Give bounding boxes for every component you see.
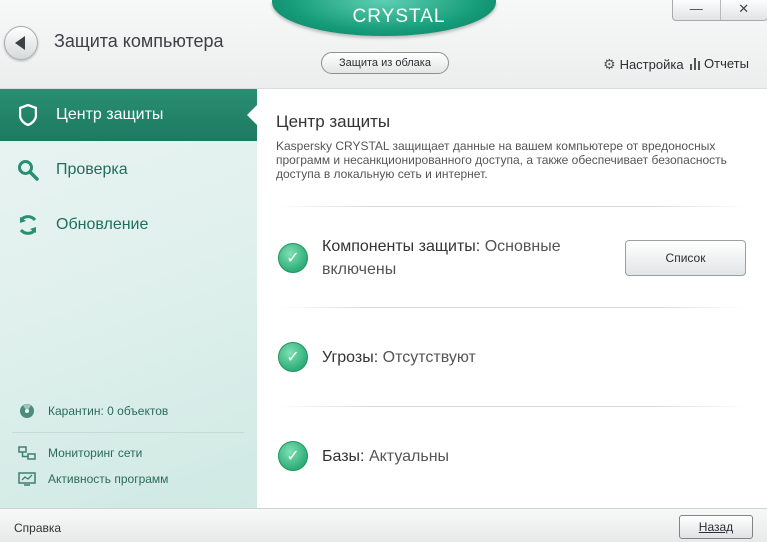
check-icon: ✓ (278, 342, 308, 372)
status-row-components: ✓ Компоненты защиты: Основные включены (278, 235, 592, 281)
radiation-icon (18, 404, 36, 418)
status-text: Угрозы: Отсутствуют (322, 346, 476, 369)
list-button[interactable]: Список (625, 240, 746, 276)
check-icon: ✓ (278, 441, 308, 471)
help-link[interactable]: Справка (14, 521, 61, 535)
quarantine-link[interactable]: Карантин: 0 объектов (18, 404, 168, 418)
page-title: Защита компьютера (54, 31, 224, 52)
check-icon: ✓ (278, 243, 308, 273)
status-label: Базы: (322, 448, 365, 465)
sidebar-divider (12, 432, 244, 433)
back-button[interactable]: Назад (679, 515, 753, 539)
bar-chart-icon (690, 58, 700, 70)
sidebar-item-scan[interactable]: Проверка (0, 144, 257, 196)
minimize-button[interactable]: — (673, 0, 721, 20)
program-activity-link[interactable]: Активность программ (18, 472, 168, 486)
back-arrow-button[interactable] (4, 26, 38, 60)
reports-link[interactable]: Отчеты (690, 56, 749, 71)
settings-link[interactable]: ⚙ Настройка (603, 56, 684, 73)
status-text: Компоненты защиты: Основные включены (322, 235, 592, 281)
close-button[interactable]: ✕ (721, 0, 767, 20)
sidebar-item-label: Обновление (56, 216, 148, 234)
sidebar: Центр защиты Проверка Обновление Каранти… (0, 89, 257, 508)
sidebar-item-label: Проверка (56, 161, 128, 179)
reports-label: Отчеты (704, 56, 749, 71)
sidebar-item-update[interactable]: Обновление (0, 199, 257, 251)
status-label: Угрозы: (322, 349, 378, 366)
quarantine-label: Карантин: 0 объектов (48, 404, 168, 418)
brand-label: CRYSTAL (272, 6, 496, 28)
network-monitoring-link[interactable]: Мониторинг сети (18, 446, 142, 460)
status-text: Базы: Актуальны (322, 445, 449, 468)
refresh-icon (0, 213, 56, 237)
status-row-databases: ✓ Базы: Актуальны (278, 441, 449, 471)
section-title: Центр защиты (276, 112, 390, 132)
header-bar: Защита компьютера CRYSTAL Защита из обла… (0, 0, 767, 89)
program-activity-label: Активность программ (48, 472, 168, 486)
back-arrow-icon (15, 36, 25, 50)
network-icon (18, 446, 36, 460)
brand-banner: CRYSTAL (272, 0, 496, 36)
settings-label: Настройка (620, 57, 684, 72)
cloud-protection-button[interactable]: Защита из облака (321, 52, 449, 74)
shield-icon (0, 104, 56, 126)
section-description: Kaspersky CRYSTAL защищает данные на ваш… (276, 139, 736, 181)
window-controls: — ✕ (672, 0, 767, 21)
divider (278, 206, 746, 207)
search-icon (0, 159, 56, 181)
sidebar-item-label: Центр защиты (56, 106, 163, 124)
status-value: Актуальны (369, 448, 449, 465)
gear-icon: ⚙ (603, 56, 616, 73)
sidebar-item-protection-center[interactable]: Центр защиты (0, 89, 257, 141)
footer-bar: Справка Назад (0, 508, 767, 542)
status-value: Отсутствуют (383, 349, 476, 366)
monitor-icon (18, 472, 36, 486)
divider (278, 406, 746, 407)
status-row-threats: ✓ Угрозы: Отсутствуют (278, 342, 476, 372)
network-monitoring-label: Мониторинг сети (48, 446, 142, 460)
divider (278, 307, 746, 308)
status-label: Компоненты защиты: (322, 238, 480, 255)
